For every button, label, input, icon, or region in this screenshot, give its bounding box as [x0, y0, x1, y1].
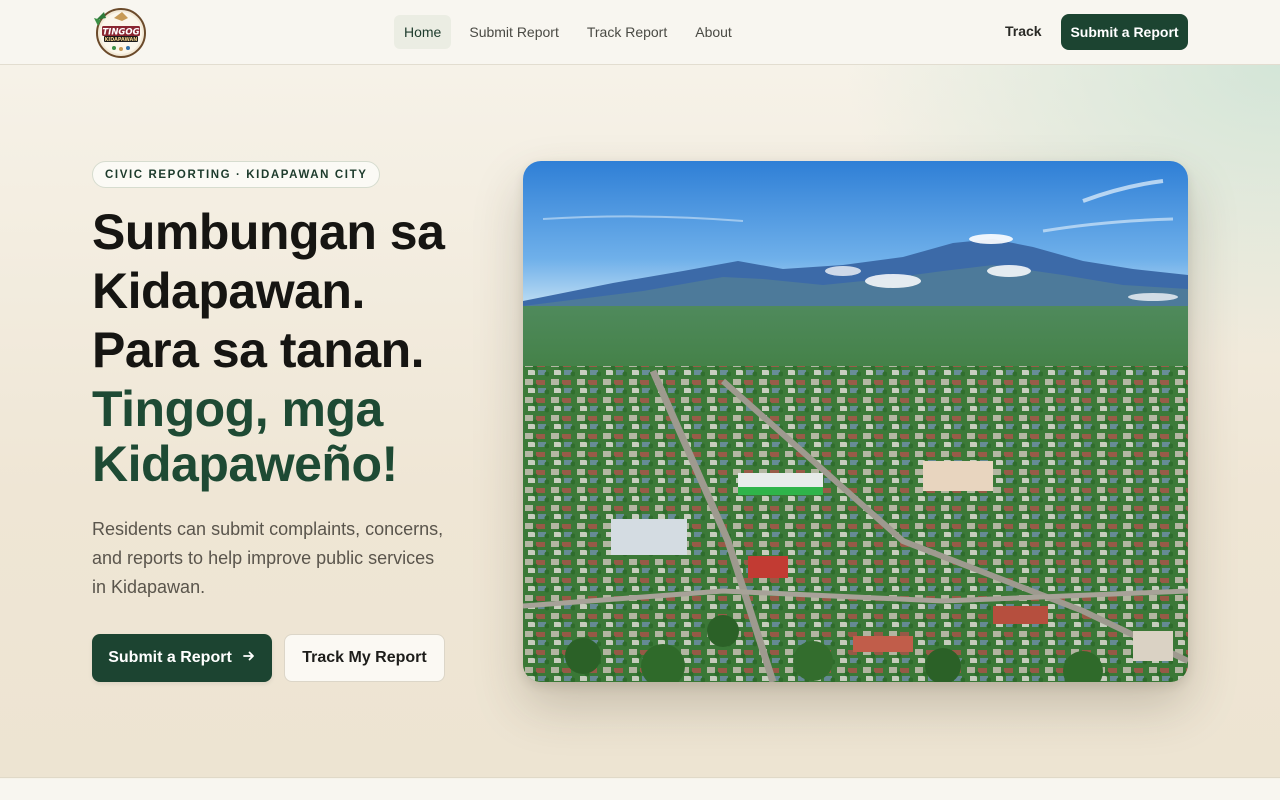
nav-home[interactable]: Home: [394, 15, 452, 49]
header-submit-report-button[interactable]: Submit a Report: [1061, 14, 1188, 50]
headline-line-3: Para sa tanan.: [92, 322, 425, 378]
submit-report-button[interactable]: Submit a Report: [92, 634, 272, 682]
main-nav: Home Submit Report Track Report About: [394, 14, 750, 50]
top-navbar: TINGOG KIDAPAWAN Home Submit Report Trac…: [0, 0, 1280, 65]
headline-green-line-2: Kidapaweño!: [92, 436, 398, 492]
nav-submit-report[interactable]: Submit Report: [459, 15, 568, 49]
hero-badge: CIVIC REPORTING · KIDAPAWAN CITY: [92, 161, 381, 188]
headline-green-line-1: Tingog, mga: [92, 381, 383, 437]
track-link[interactable]: Track: [1005, 23, 1042, 39]
tingog-kidapawan-logo[interactable]: TINGOG KIDAPAWAN: [92, 6, 148, 58]
track-my-report-button[interactable]: Track My Report: [284, 634, 445, 682]
submit-report-label: Submit a Report: [108, 649, 232, 666]
headline-line-1: Sumbungan sa: [92, 204, 445, 260]
hero-headline: Sumbungan sa Kidapawan. Para sa tanan. T…: [92, 203, 512, 492]
logo-text-top: TINGOG: [102, 28, 139, 38]
arrow-right-icon: [242, 649, 256, 668]
nav-about[interactable]: About: [685, 15, 742, 49]
headline-line-2: Kidapawan.: [92, 263, 365, 319]
hero-section: CIVIC REPORTING · KIDAPAWAN CITY Sumbung…: [0, 65, 1280, 778]
hero-description: Residents can submit complaints, concern…: [92, 519, 444, 597]
hero-aerial-photo: [523, 161, 1188, 682]
nav-track-report[interactable]: Track Report: [577, 15, 677, 49]
next-section-edge: [0, 779, 1280, 800]
logo-text-bottom: KIDAPAWAN: [105, 37, 138, 43]
